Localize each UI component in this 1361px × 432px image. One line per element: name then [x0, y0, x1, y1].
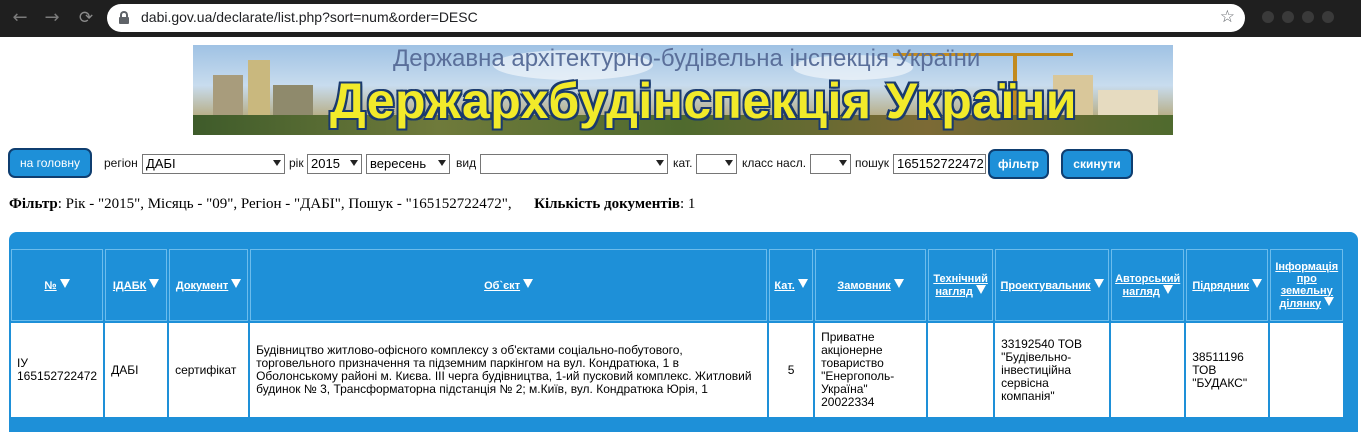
chevron-down-icon [839, 160, 847, 166]
region-label: регіон [104, 156, 138, 170]
column-header-author-supervision[interactable]: Авторський нагляд [1111, 249, 1185, 321]
year-select[interactable]: 2015 [307, 154, 362, 174]
reload-icon[interactable]: ⟳ [74, 6, 98, 30]
sort-triangle-icon[interactable] [1093, 278, 1104, 288]
column-header-tech-supervision[interactable]: Технічний нагляд [928, 249, 994, 321]
class-select[interactable] [810, 154, 851, 174]
column-header-category[interactable]: Кат. [769, 249, 814, 321]
chevron-down-icon [656, 160, 664, 166]
category-label: кат. [673, 156, 693, 170]
cell-tech-supervision [928, 323, 994, 417]
category-select[interactable] [696, 154, 737, 174]
column-header-land-info[interactable]: Інформація про земельну ділянку [1270, 249, 1344, 321]
year-select-value: 2015 [311, 156, 340, 171]
sort-triangle-icon[interactable] [1252, 278, 1263, 288]
cell-document: сертифікат [169, 323, 249, 417]
chevron-down-icon [273, 160, 281, 166]
cell-author-supervision [1111, 323, 1185, 417]
cell-land-info [1270, 323, 1344, 417]
sort-triangle-icon[interactable] [893, 278, 904, 288]
class-label: класс насл. [742, 156, 807, 170]
sort-triangle-icon[interactable] [59, 278, 70, 288]
sort-triangle-icon[interactable] [523, 278, 534, 288]
sort-triangle-icon[interactable] [1324, 296, 1335, 306]
column-header-document[interactable]: Документ [169, 249, 249, 321]
column-header-object[interactable]: Об`єкт [250, 249, 768, 321]
cell-object: Будівництво житлово-офісного комплексу з… [250, 323, 768, 417]
address-bar[interactable]: dabi.gov.ua/declarate/list.php?sort=num&… [107, 4, 1245, 32]
chevron-down-icon [725, 160, 733, 166]
filter-summary-label: Фільтр [9, 196, 58, 212]
cell-contractor: 38511196 ТОВ "БУДАКС" [1186, 323, 1269, 417]
sort-triangle-icon[interactable] [149, 278, 160, 288]
chevron-down-icon [350, 160, 358, 166]
sort-triangle-icon[interactable] [975, 284, 986, 294]
month-select-value: вересень [370, 156, 427, 171]
extension-icons[interactable] [1262, 10, 1352, 26]
search-label: пошук [855, 156, 890, 170]
table-row: ІУ 165152722472 ДАБІ сертифікат Будівниц… [11, 323, 1344, 417]
year-label: рік [289, 156, 304, 170]
type-label: вид [456, 156, 477, 170]
region-select-value: ДАБІ [146, 156, 176, 171]
back-arrow-icon[interactable]: ← [8, 6, 32, 30]
sort-triangle-icon[interactable] [231, 278, 242, 288]
cell-number: ІУ 165152722472 [11, 323, 104, 417]
cell-customer: Приватне акціонерне товариство "Енергопо… [815, 323, 927, 417]
browser-toolbar: ← → ⟳ dabi.gov.ua/declarate/list.php?sor… [0, 0, 1361, 37]
filter-button[interactable]: фільтр [988, 149, 1049, 179]
reset-button[interactable]: скинути [1061, 149, 1133, 179]
column-header-designer[interactable]: Проектувальник [995, 249, 1110, 321]
cell-category: 5 [769, 323, 814, 417]
table-header-row: № IДАБК Документ Об`єкт Кат. Замовник Те… [11, 249, 1344, 321]
lock-icon [119, 11, 129, 24]
forward-arrow-icon[interactable]: → [40, 6, 64, 30]
column-header-customer[interactable]: Замовник [815, 249, 927, 321]
column-header-number[interactable]: № [11, 249, 104, 321]
month-select[interactable]: вересень [366, 154, 450, 174]
banner-subtitle: Державна архітектурно-будівельна інспекц… [393, 45, 981, 72]
filter-summary-text: : Рік - "2015", Місяць - "09", Регіон - … [57, 196, 512, 212]
cell-idabk: ДАБІ [105, 323, 168, 417]
chevron-down-icon [438, 160, 446, 166]
cell-designer: 33192540 ТОВ "Будівельно-інвестиційна се… [995, 323, 1110, 417]
sort-triangle-icon[interactable] [1162, 284, 1173, 294]
region-select[interactable]: ДАБІ [142, 154, 285, 174]
document-count-value: : 1 [679, 196, 696, 212]
home-button[interactable]: на головну [8, 148, 92, 178]
banner-title: Держархбудінспекція України [330, 73, 1078, 129]
column-header-idabk[interactable]: IДАБК [105, 249, 168, 321]
filter-summary: Фільтр: Рік - "2015", Місяць - "09", Рег… [9, 196, 695, 213]
document-count-label: Кількість документів [534, 196, 680, 212]
search-input[interactable]: 165152722472 [893, 154, 986, 174]
results-table: № IДАБК Документ Об`єкт Кат. Замовник Те… [9, 247, 1346, 419]
column-header-contractor[interactable]: Підрядник [1186, 249, 1269, 321]
sort-triangle-icon[interactable] [797, 278, 808, 288]
site-banner: Державна архітектурно-будівельна інспекц… [193, 45, 1173, 135]
bookmark-star-icon[interactable]: ☆ [1220, 7, 1235, 27]
type-select[interactable] [480, 154, 668, 174]
address-url[interactable]: dabi.gov.ua/declarate/list.php?sort=num&… [141, 9, 478, 25]
